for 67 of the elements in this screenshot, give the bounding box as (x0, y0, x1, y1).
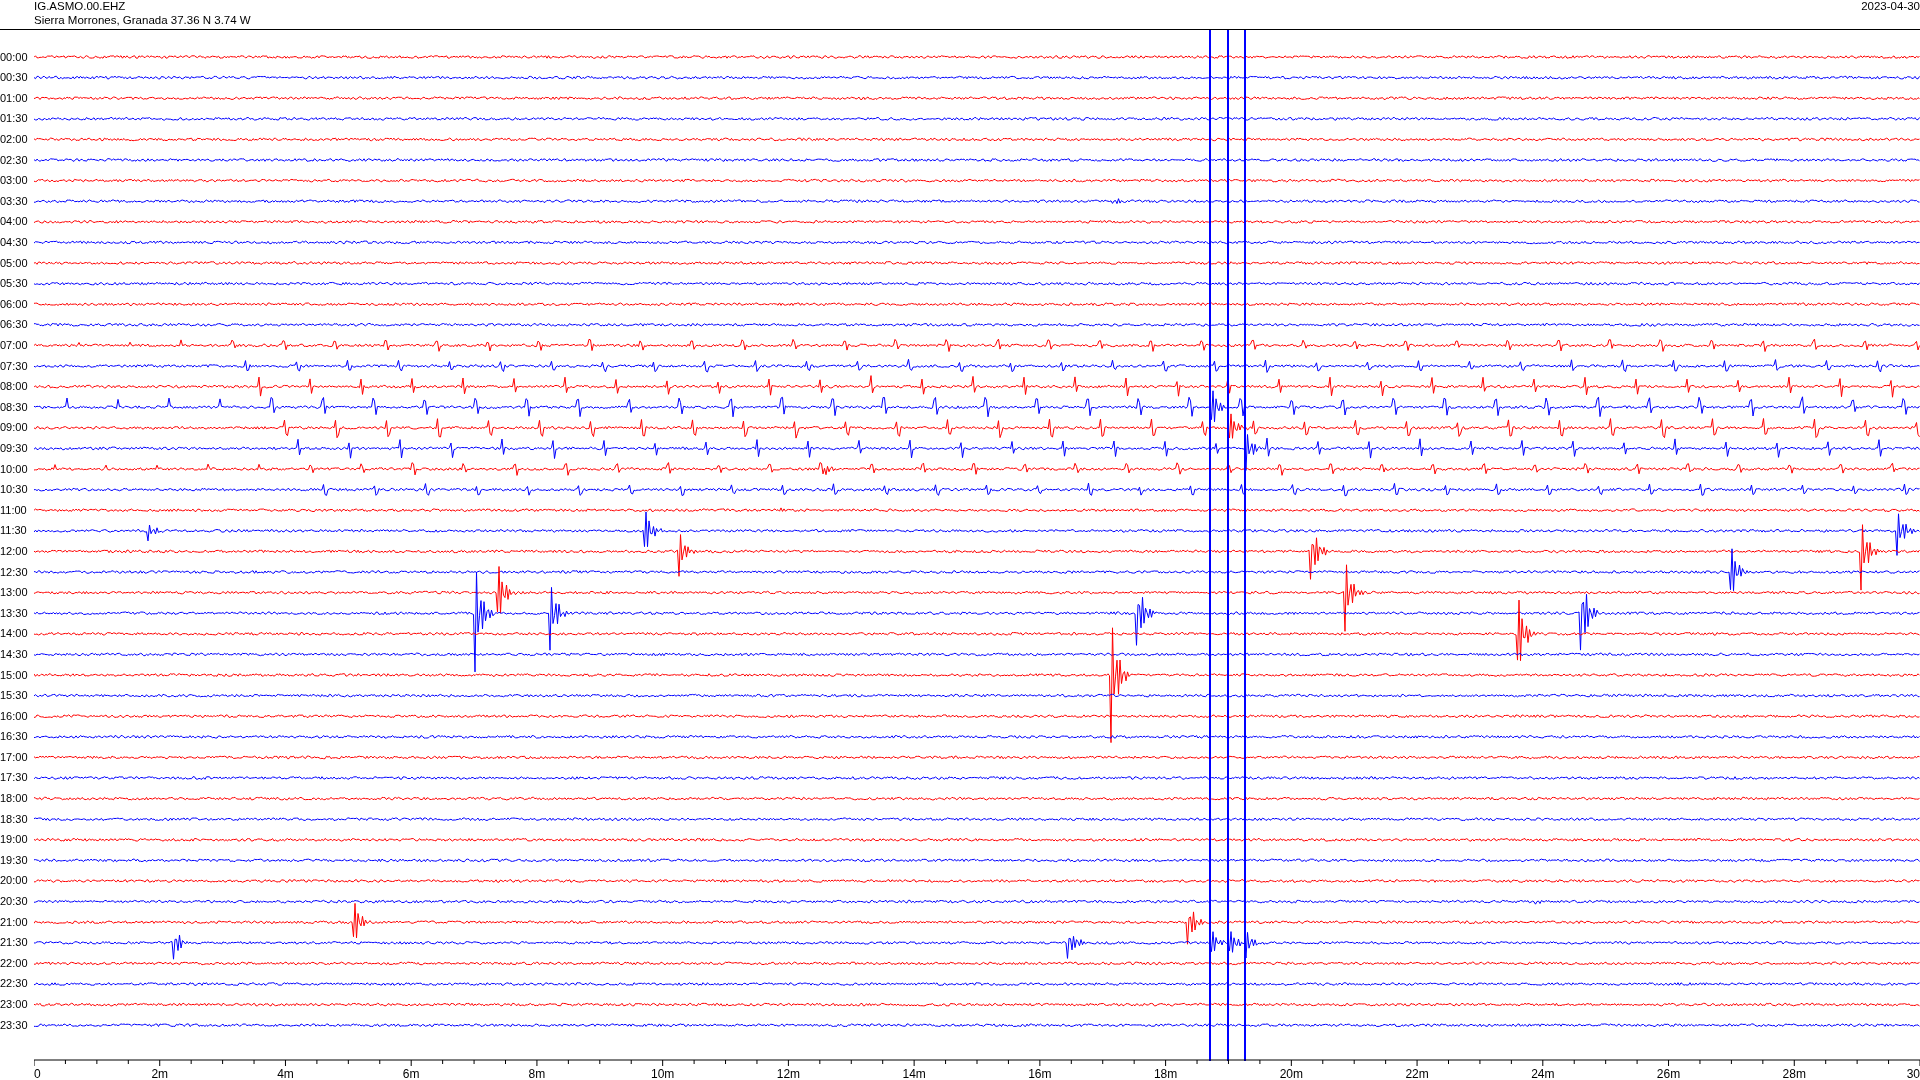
axis-label: 30 (1906, 1067, 1920, 1079)
time-label: 12:00 (0, 543, 29, 559)
time-label: 14:00 (0, 626, 29, 642)
time-label: 00:30 (0, 70, 29, 86)
time-label: 00:00 (0, 49, 29, 65)
station-location: Sierra Morrones, Granada 37.36 N 3.74 W (34, 13, 251, 27)
time-label: 20:00 (0, 873, 29, 889)
time-label: 19:30 (0, 852, 29, 868)
time-label: 16:00 (0, 708, 29, 724)
time-label: 13:00 (0, 585, 29, 601)
axis-label: 12m (776, 1067, 801, 1079)
time-label: 02:30 (0, 152, 29, 168)
axis-label: 28m (1782, 1067, 1806, 1079)
date-label: 2023-04-30 (1861, 0, 1920, 14)
time-label: 09:30 (0, 440, 29, 456)
time-label: 04:00 (0, 214, 29, 230)
time-label: 19:00 (0, 832, 29, 848)
axis-label: 14m (902, 1067, 926, 1079)
axis-label: 20m (1279, 1067, 1303, 1079)
axis-label: 0 (34, 1067, 41, 1079)
axis-label: 10m (651, 1067, 675, 1079)
time-label: 05:00 (0, 255, 29, 271)
time-label: 04:30 (0, 235, 29, 251)
time-label: 21:00 (0, 914, 29, 930)
time-label: 02:00 (0, 132, 29, 148)
axis-label: 4m (277, 1067, 294, 1079)
time-label: 07:30 (0, 358, 29, 374)
time-label: 12:30 (0, 564, 29, 580)
time-label: 06:00 (0, 296, 29, 312)
time-label: 10:00 (0, 461, 29, 477)
time-label: 01:00 (0, 90, 29, 106)
time-label: 17:00 (0, 749, 29, 765)
time-label: 20:30 (0, 894, 29, 910)
axis-label: 6m (402, 1067, 420, 1079)
time-label: 15:30 (0, 688, 29, 704)
axis-label: 18m (1153, 1067, 1178, 1079)
time-label: 05:30 (0, 276, 29, 292)
time-label: 03:00 (0, 173, 29, 189)
axis-label: 24m (1531, 1067, 1555, 1079)
time-label: 15:00 (0, 667, 29, 683)
time-label: 18:30 (0, 811, 29, 827)
time-label: 09:00 (0, 420, 29, 436)
time-label: 13:30 (0, 605, 29, 621)
time-label: 18:00 (0, 791, 29, 807)
axis-label: 26m (1656, 1067, 1681, 1079)
time-label: 22:00 (0, 955, 29, 971)
station-code: IG.ASMO.00.EHZ (34, 0, 127, 13)
time-label: 14:30 (0, 646, 29, 662)
time-label: 21:30 (0, 935, 29, 951)
time-label: 23:00 (0, 997, 29, 1012)
time-label: 06:30 (0, 317, 29, 333)
time-label: 11:00 (0, 502, 28, 518)
time-label: 17:30 (0, 770, 29, 786)
time-label: 23:30 (0, 1017, 29, 1033)
time-label: 10:30 (0, 482, 29, 498)
time-label: 16:30 (0, 729, 29, 745)
axis-label: 8m (528, 1067, 546, 1079)
time-label: 07:00 (0, 338, 29, 353)
time-label: 01:30 (0, 111, 29, 127)
axis-label: 2m (151, 1067, 169, 1079)
time-label: 08:00 (0, 379, 29, 395)
time-label: 08:30 (0, 399, 29, 415)
axis-label: 16m (1028, 1067, 1052, 1079)
axis-label: 22m (1405, 1067, 1429, 1079)
time-label: 22:30 (0, 976, 29, 992)
time-label: 11:30 (0, 523, 28, 539)
time-label: 03:30 (0, 193, 29, 209)
